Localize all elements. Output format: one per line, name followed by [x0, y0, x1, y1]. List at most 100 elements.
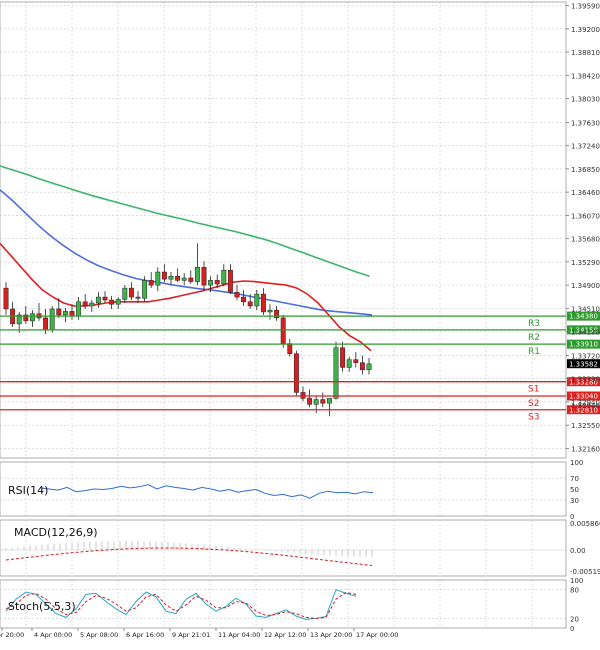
candle-bearish	[227, 269, 233, 293]
candle-bearish	[109, 299, 115, 305]
candle-bearish	[135, 296, 141, 299]
candle-bullish	[155, 271, 161, 286]
candle-bearish	[320, 399, 326, 404]
time-tick-label: 5 Apr 08:00	[80, 631, 118, 639]
candle-bearish	[82, 301, 88, 307]
rsi-line	[39, 484, 374, 499]
moving-averages	[0, 165, 373, 352]
rsi-panel: RSI(14)1007050300	[0, 459, 583, 521]
time-tick-label: 12 Apr 12:00	[264, 631, 306, 639]
level-name-s1: S1	[528, 385, 539, 395]
stoch-tick-label: 100	[570, 577, 583, 585]
level-name-r2: R2	[528, 333, 540, 343]
candle-bearish	[161, 271, 167, 280]
price-tick-label: 1.32550	[571, 422, 600, 430]
time-tick-label: 17 Apr 00:00	[356, 631, 398, 639]
candle-bullish	[168, 275, 174, 280]
price-tick-label: 1.39200	[571, 26, 600, 34]
time-axis: 3 Apr 20:00 4 Apr 00:00 5 Apr 08:00 6 Apr 1…	[0, 628, 398, 639]
candle-bearish	[43, 317, 49, 331]
rsi-tick-label: 100	[570, 459, 583, 467]
candle-bearish	[188, 277, 194, 282]
candle-bullish	[346, 359, 352, 368]
candle-bearish	[148, 280, 154, 286]
candle-bullish	[208, 280, 214, 286]
candle-bullish	[142, 280, 148, 299]
candle-bullish	[313, 399, 319, 405]
price-tick-label: 1.38420	[571, 72, 600, 80]
candle-bearish	[353, 359, 359, 363]
stoch-panel: Stoch(5,5,3) 100 80 20 0	[0, 577, 583, 633]
candle-bullish	[181, 277, 187, 281]
candle-bearish	[293, 353, 299, 393]
candle-bearish	[307, 398, 313, 405]
price-tick-label: 1.36850	[571, 166, 600, 174]
candle-bullish	[366, 363, 372, 371]
candle-bearish	[128, 287, 134, 298]
candle-bullish	[115, 299, 121, 305]
candle-bearish	[214, 280, 220, 285]
macd-signal-line	[5, 547, 373, 566]
panel-border-3	[0, 579, 567, 629]
macd-tick-label: 0.00	[570, 547, 586, 555]
price-tick-label: 1.38030	[571, 96, 600, 104]
price-tick-label: 1.34510	[571, 305, 600, 313]
price-tick-label: 1.32160	[571, 445, 600, 453]
price-tick-label: 1.33330	[571, 376, 600, 384]
trading-chart: R3 1.34380 R2 1.34150 R1 1.33910 S1 1.33280 S2 1.…	[0, 0, 600, 646]
candle-bearish	[340, 347, 346, 368]
price-tick-label: 1.36070	[571, 212, 600, 220]
rsi-tick-label: 50	[570, 486, 579, 494]
candle-bearish	[359, 362, 365, 371]
candle-bullish	[29, 313, 35, 322]
time-tick-label: 9 Apr 21:01	[172, 631, 210, 639]
candle-bullish	[254, 293, 260, 307]
level-price-label: 1.33910	[569, 341, 598, 349]
time-tick-label: 3 Apr 20:00	[0, 631, 24, 639]
level-price-label: 1.34380	[569, 313, 598, 321]
candle-bullish	[76, 301, 82, 317]
candle-bearish	[234, 292, 240, 298]
time-tick-label: 4 Apr 00:00	[34, 631, 72, 639]
candle-bullish	[194, 267, 200, 282]
rsi-tick-label: 30	[570, 497, 579, 505]
candle-bullish	[95, 296, 101, 304]
ma-slow-line	[0, 165, 370, 277]
time-tick-label: 6 Apr 16:00	[126, 631, 164, 639]
candle-bearish	[260, 293, 266, 313]
macd-title: MACD(12,26,9)	[14, 526, 98, 539]
candle-bearish	[175, 275, 181, 281]
panel-border-1	[0, 461, 567, 517]
rsi-title: RSI(14)	[8, 484, 48, 497]
candle-bearish	[69, 311, 75, 317]
level-name-r3: R3	[528, 319, 540, 329]
rsi-tick-label: 70	[570, 475, 579, 483]
pivot-levels: R31.34380R21.34150R11.33910S11.33280S21.…	[0, 311, 600, 423]
price-tick-label: 1.34120	[571, 329, 600, 337]
level-name-s2: S2	[528, 399, 539, 409]
macd-tick-label: -0.005195	[570, 568, 600, 576]
macd-panel: MACD(12,26,9) 0.005866 0.00 -0.005195	[0, 520, 600, 576]
stoch-tick-label: 80	[570, 587, 579, 595]
candle-bearish	[56, 308, 62, 316]
price-tick-label: 1.38810	[571, 49, 600, 57]
candle-bullish	[122, 287, 128, 300]
candle-bullish	[49, 308, 55, 331]
candle-bearish	[102, 296, 108, 301]
candle-bearish	[280, 317, 286, 344]
candle-bearish	[287, 343, 293, 354]
price-tick-label: 1.34900	[571, 282, 600, 290]
price-tick-label: 1.35290	[571, 259, 600, 267]
current-price-label: 1.33582	[569, 360, 598, 368]
time-tick-label: 11 Apr 04:00	[218, 631, 260, 639]
price-tick-label: 1.37630	[571, 119, 600, 127]
candle-bullish	[333, 347, 339, 399]
candle-bearish	[3, 287, 9, 310]
macd-tick-label: 0.005866	[570, 520, 600, 528]
price-tick-label: 1.37240	[571, 143, 600, 151]
stoch-title: Stoch(5,5,3)	[8, 600, 76, 613]
candle-bullish	[267, 309, 273, 313]
price-tick-label: 1.36460	[571, 189, 600, 197]
panel-border-0	[0, 1, 567, 459]
chart-svg: R31.34380R21.34150R11.33910S11.33280S21.…	[0, 1, 600, 639]
